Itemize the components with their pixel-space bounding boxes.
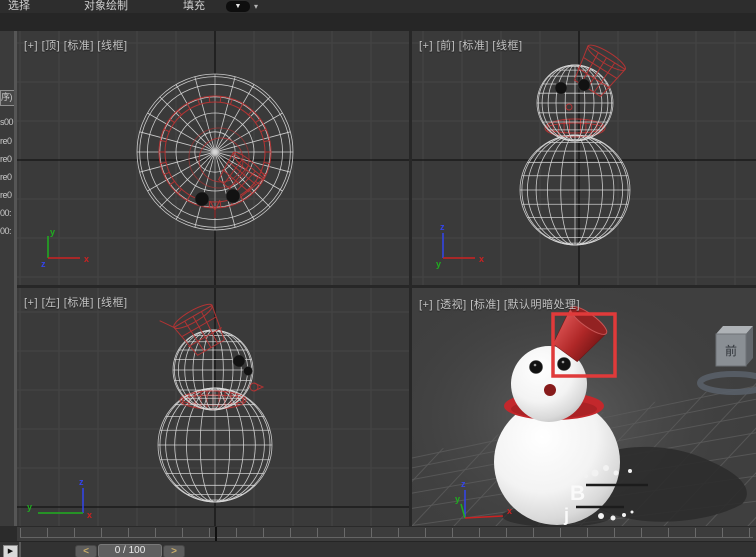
panel-row[interactable]: re0 [0,153,14,166]
eye [529,360,543,374]
viewport-area: y x z [+] [顶] [标准] [线框] z x y [+] [前] [标准] [… [17,31,756,526]
track-bar-marker[interactable] [215,527,217,541]
wireframe-sphere [172,329,254,411]
viewport-label-front[interactable]: [+] [前] [标准] [线框] [419,37,523,53]
previous-frame-button[interactable]: < [75,545,97,557]
viewport-label-perspective[interactable]: [+] [透视] [标准] [默认明暗处理] [419,296,580,312]
axis-z-label: z [41,259,46,269]
bottom-bar: ▶ < 0 / 100 > [0,541,756,557]
eye [232,354,246,368]
axis-y-label: y [27,502,32,512]
wireframe-hat [573,44,626,98]
watermark-text-1: B [570,482,585,505]
viewcube-front-face[interactable]: 前 [725,343,737,358]
panel-row[interactable]: re0 [0,171,14,184]
viewport-front[interactable]: z x y [+] [前] [标准] [线框] [412,31,756,285]
nose [544,384,556,396]
axis-x-label: x [479,254,484,264]
tab-fill[interactable]: 填充 [183,0,205,13]
ribbon-tab-bar: 选择 对象绘制 填充 ▼ ▾ [0,0,756,13]
ribbon-collapsed-strip [0,13,756,32]
viewport-perspective[interactable]: 前 Bj zy x [+] [透视] [标准] [默认明暗处理] [412,288,756,526]
panel-row[interactable]: s00 [0,116,14,129]
panel-row[interactable]: 序) [0,90,14,106]
next-frame-button[interactable]: > [163,545,185,557]
dropdown-button[interactable]: ▼ [226,1,250,12]
axis-x-label: x [84,254,89,264]
wireframe-sphere [519,134,631,246]
left-view-canvas: z y x [17,288,409,526]
bottom-divider [19,542,21,557]
axis-y-label: y [455,494,460,504]
front-view-canvas: z x y [412,31,756,285]
eye [243,366,253,376]
panel-row[interactable]: re0 [0,189,14,202]
axis-x-label: x [507,506,512,516]
caret-down-icon[interactable]: ▾ [254,1,258,12]
eye [225,188,241,204]
tab-select[interactable]: 选择 [8,0,30,13]
panel-row[interactable]: 00: [0,225,14,238]
axis-z-label: z [79,477,84,487]
3dsmax-window: 选择 对象绘制 填充 ▼ ▾ 序) s00 re0 re0 re0 re0 00… [0,0,756,557]
watermark-text-2: j [563,505,569,525]
viewport-left[interactable]: z y x [+] [左] [标准] [线框] [17,288,409,526]
axis-tripod: y x z [41,227,89,269]
eye [577,78,591,92]
viewport-top[interactable]: y x z [+] [顶] [标准] [线框] [17,31,409,285]
axis-y-label: y [50,227,55,237]
axis-tripod: z x y [436,222,484,269]
perspective-view-canvas: 前 Bj zy x [412,288,756,526]
track-bar-ticks [20,528,753,537]
time-slider[interactable]: 0 / 100 [98,544,162,557]
panel-row[interactable]: 00: [0,207,14,220]
left-object-panel: 序) s00 re0 re0 re0 re0 00: 00: [0,31,14,526]
play-right-icon: ▶ [7,548,14,555]
chevron-left-icon: < [83,546,89,557]
eye [554,81,568,95]
eye [557,357,571,371]
expand-panel-button[interactable]: ▶ [3,545,18,557]
wireframe-hat [159,303,225,356]
nose [565,103,573,111]
axis-z-label: z [461,479,466,489]
panel-row[interactable]: re0 [0,135,14,148]
viewport-label-top[interactable]: [+] [顶] [标准] [线框] [24,37,128,53]
dropdown-arrow-icon: ▼ [234,3,242,10]
tab-object-paint[interactable]: 对象绘制 [84,0,128,13]
axis-y-label: y [436,259,441,269]
axis-x-label: x [87,510,92,520]
axis-z-label: z [440,222,445,232]
track-bar[interactable] [17,526,756,542]
axis-tripod: z y x [27,477,92,520]
top-view-canvas: y x z [17,31,409,285]
wireframe-sphere [536,64,614,142]
chevron-right-icon: > [171,546,177,557]
track-bar-line [20,537,753,538]
viewport-label-left[interactable]: [+] [左] [标准] [线框] [24,294,128,310]
eye [194,191,210,207]
